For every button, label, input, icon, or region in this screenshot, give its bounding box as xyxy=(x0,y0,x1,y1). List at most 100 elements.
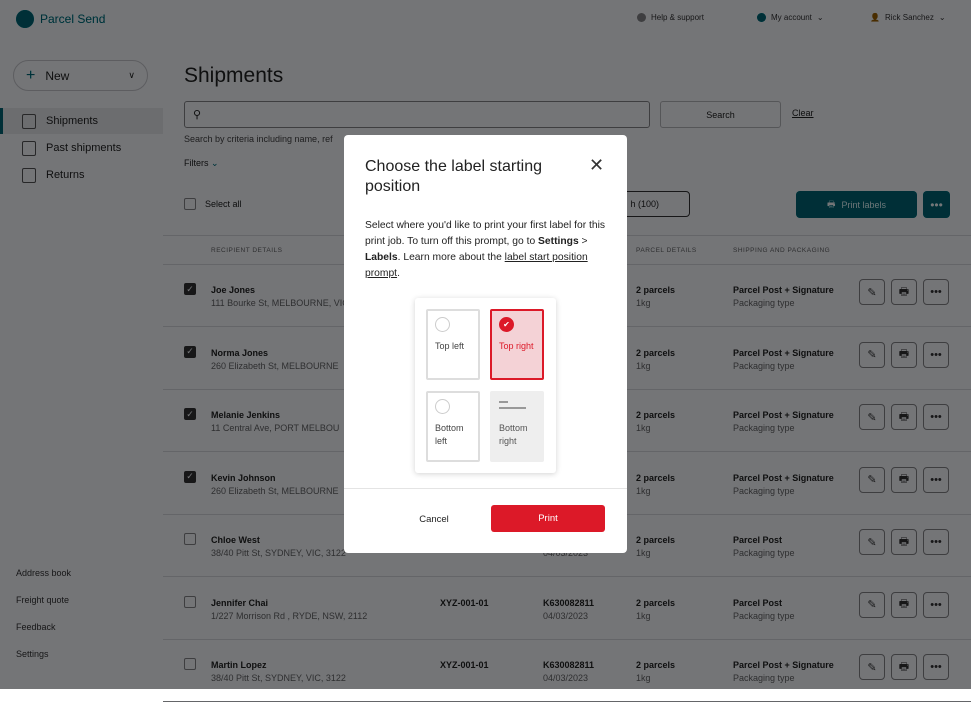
print-button[interactable]: Print xyxy=(491,505,605,532)
select-all-checkbox[interactable] xyxy=(184,198,196,210)
print-row-button[interactable]: 🖶 xyxy=(891,654,917,680)
edit-button[interactable]: ✎ xyxy=(859,591,885,618)
returns-icon xyxy=(22,167,36,183)
footer-link-feedback[interactable]: Feedback xyxy=(16,622,56,632)
recipient-name: Joe Jones xyxy=(211,285,256,295)
search-input[interactable]: ⚲ xyxy=(184,101,650,128)
print-row-button[interactable]: 🖶 xyxy=(891,529,917,555)
select-all[interactable]: Select all xyxy=(184,198,242,210)
pen-icon: ✎ xyxy=(867,661,877,674)
search-button[interactable]: Search xyxy=(660,101,781,128)
edit-button[interactable]: ✎ xyxy=(859,279,885,305)
position-top-left[interactable]: Top left xyxy=(426,309,480,380)
account-menu[interactable]: My account ⌄ xyxy=(757,13,824,22)
close-icon[interactable]: ✕ xyxy=(589,155,604,176)
print-row-button[interactable]: 🖶 xyxy=(891,279,917,305)
packaging: Packaging type xyxy=(733,610,795,621)
footer-link-settings[interactable]: Settings xyxy=(16,649,49,659)
recipient-name: Chloe West xyxy=(211,535,260,545)
recipient-name: Martin Lopez xyxy=(211,660,267,670)
print-row-button[interactable]: 🖶 xyxy=(891,591,917,618)
row-more-button[interactable]: ••• xyxy=(923,466,949,493)
recipient-cell: Norma Jones 260 Elizabeth St, MELBOURNE xyxy=(211,347,339,373)
used-label-icon xyxy=(499,399,535,414)
tracking-number: K630082811 xyxy=(543,660,595,670)
service: Parcel Post xyxy=(733,597,783,608)
filters-toggle[interactable]: Filters ⌄ xyxy=(184,158,219,169)
reference: XYZ-001-01 xyxy=(440,660,489,670)
row-checkbox[interactable] xyxy=(184,658,196,670)
weight: 1kg xyxy=(636,360,651,371)
edit-button[interactable]: ✎ xyxy=(859,341,885,368)
sidebar-item-returns[interactable]: Returns xyxy=(0,162,163,188)
row-more-button[interactable]: ••• xyxy=(923,591,949,618)
plus-icon: + xyxy=(26,66,36,84)
packaging: Packaging type xyxy=(733,485,795,496)
row-checkbox[interactable]: ✓ xyxy=(184,470,196,483)
shipping-cell: Parcel Post + Signature Packaging type xyxy=(733,409,834,435)
new-button[interactable]: + New ∨ xyxy=(13,60,148,91)
pen-icon: ✎ xyxy=(867,474,877,486)
print-row-button[interactable]: 🖶 xyxy=(891,404,917,430)
more-icon: ••• xyxy=(930,661,942,673)
weight: 1kg xyxy=(636,610,651,621)
chevron-down-icon: ⌄ xyxy=(816,13,824,22)
label-position-dialog: Choose the label starting position ✕ Sel… xyxy=(344,135,627,553)
position-bottom-right: Bottom right xyxy=(490,391,544,462)
new-label: New xyxy=(45,68,70,83)
edit-button[interactable]: ✎ xyxy=(859,654,885,680)
row-more-button[interactable]: ••• xyxy=(923,654,949,680)
cancel-button[interactable]: Cancel xyxy=(404,507,464,532)
print-labels-button[interactable]: 🖶 Print labels xyxy=(796,191,917,218)
service: Parcel Post + Signature xyxy=(733,347,834,358)
weight: 1kg xyxy=(636,423,651,433)
row-checkbox[interactable]: ✓ xyxy=(184,408,196,420)
row-checkbox[interactable] xyxy=(184,533,196,545)
position-bottom-left[interactable]: Bottom left xyxy=(426,391,480,462)
recipient-cell: Joe Jones 111 Bourke St, MELBOURNE, VIC xyxy=(211,284,349,310)
parcel-count: 2 parcels xyxy=(636,410,676,420)
user-menu[interactable]: 👤 Rick Sanchez ⌄ xyxy=(870,13,946,22)
user-icon: 👤 xyxy=(870,13,880,22)
row-more-button[interactable]: ••• xyxy=(923,341,949,368)
shipping-cell: Parcel Post + Signature Packaging type xyxy=(733,659,834,685)
print-row-button[interactable]: 🖶 xyxy=(891,466,917,493)
edit-button[interactable]: ✎ xyxy=(859,466,885,493)
packaging: Packaging type xyxy=(733,360,795,371)
recipient-address: 38/40 Pitt St, SYDNEY, VIC, 3122 xyxy=(211,673,346,683)
help-link[interactable]: Help & support xyxy=(637,13,704,22)
printer-icon: 🖶 xyxy=(898,285,910,298)
printer-icon: 🖶 xyxy=(898,348,910,360)
more-actions-button[interactable]: ••• xyxy=(923,191,950,218)
table-row[interactable]: Jennifer Chai 1/227 Morrison Rd , RYDE, N… xyxy=(163,578,971,640)
filters-label: Filters xyxy=(184,158,209,168)
print-row-button[interactable]: 🖶 xyxy=(891,341,917,368)
row-more-button[interactable]: ••• xyxy=(923,404,949,430)
row-checkbox[interactable]: ✓ xyxy=(184,283,196,295)
parcel-count: 2 parcels xyxy=(636,660,676,670)
pen-icon: ✎ xyxy=(867,411,877,424)
row-more-button[interactable]: ••• xyxy=(923,279,949,305)
logo-icon xyxy=(16,10,34,28)
edit-button[interactable]: ✎ xyxy=(859,529,885,555)
edit-button[interactable]: ✎ xyxy=(859,404,885,430)
search-hint: Search by criteria including name, ref xyxy=(184,134,333,144)
position-top-right[interactable]: ✔ Top right xyxy=(490,309,544,380)
account-label: My account xyxy=(771,13,812,22)
reference: XYZ-001-01 xyxy=(440,597,489,608)
footer-link-address-book[interactable]: Address book xyxy=(16,568,71,578)
clear-link[interactable]: Clear xyxy=(792,108,814,118)
shipments-icon xyxy=(22,113,36,129)
sidebar-item-shipments[interactable]: Shipments xyxy=(0,108,163,134)
shipping-cell: Parcel Post Packaging type xyxy=(733,597,795,623)
footer-link-freight-quote[interactable]: Freight quote xyxy=(16,595,69,605)
packaging: Packaging type xyxy=(733,673,795,683)
sidebar-item-past-shipments[interactable]: Past shipments xyxy=(0,135,163,161)
brand-logo[interactable]: Parcel Send xyxy=(16,10,105,28)
row-checkbox[interactable] xyxy=(184,595,196,608)
row-more-button[interactable]: ••• xyxy=(923,529,949,555)
row-checkbox[interactable]: ✓ xyxy=(184,345,196,358)
table-row[interactable]: Martin Lopez 38/40 Pitt St, SYDNEY, VIC, … xyxy=(163,640,971,702)
recipient-cell: Jennifer Chai 1/227 Morrison Rd , RYDE, N… xyxy=(211,597,367,623)
parcel-count: 2 parcels xyxy=(636,347,676,358)
